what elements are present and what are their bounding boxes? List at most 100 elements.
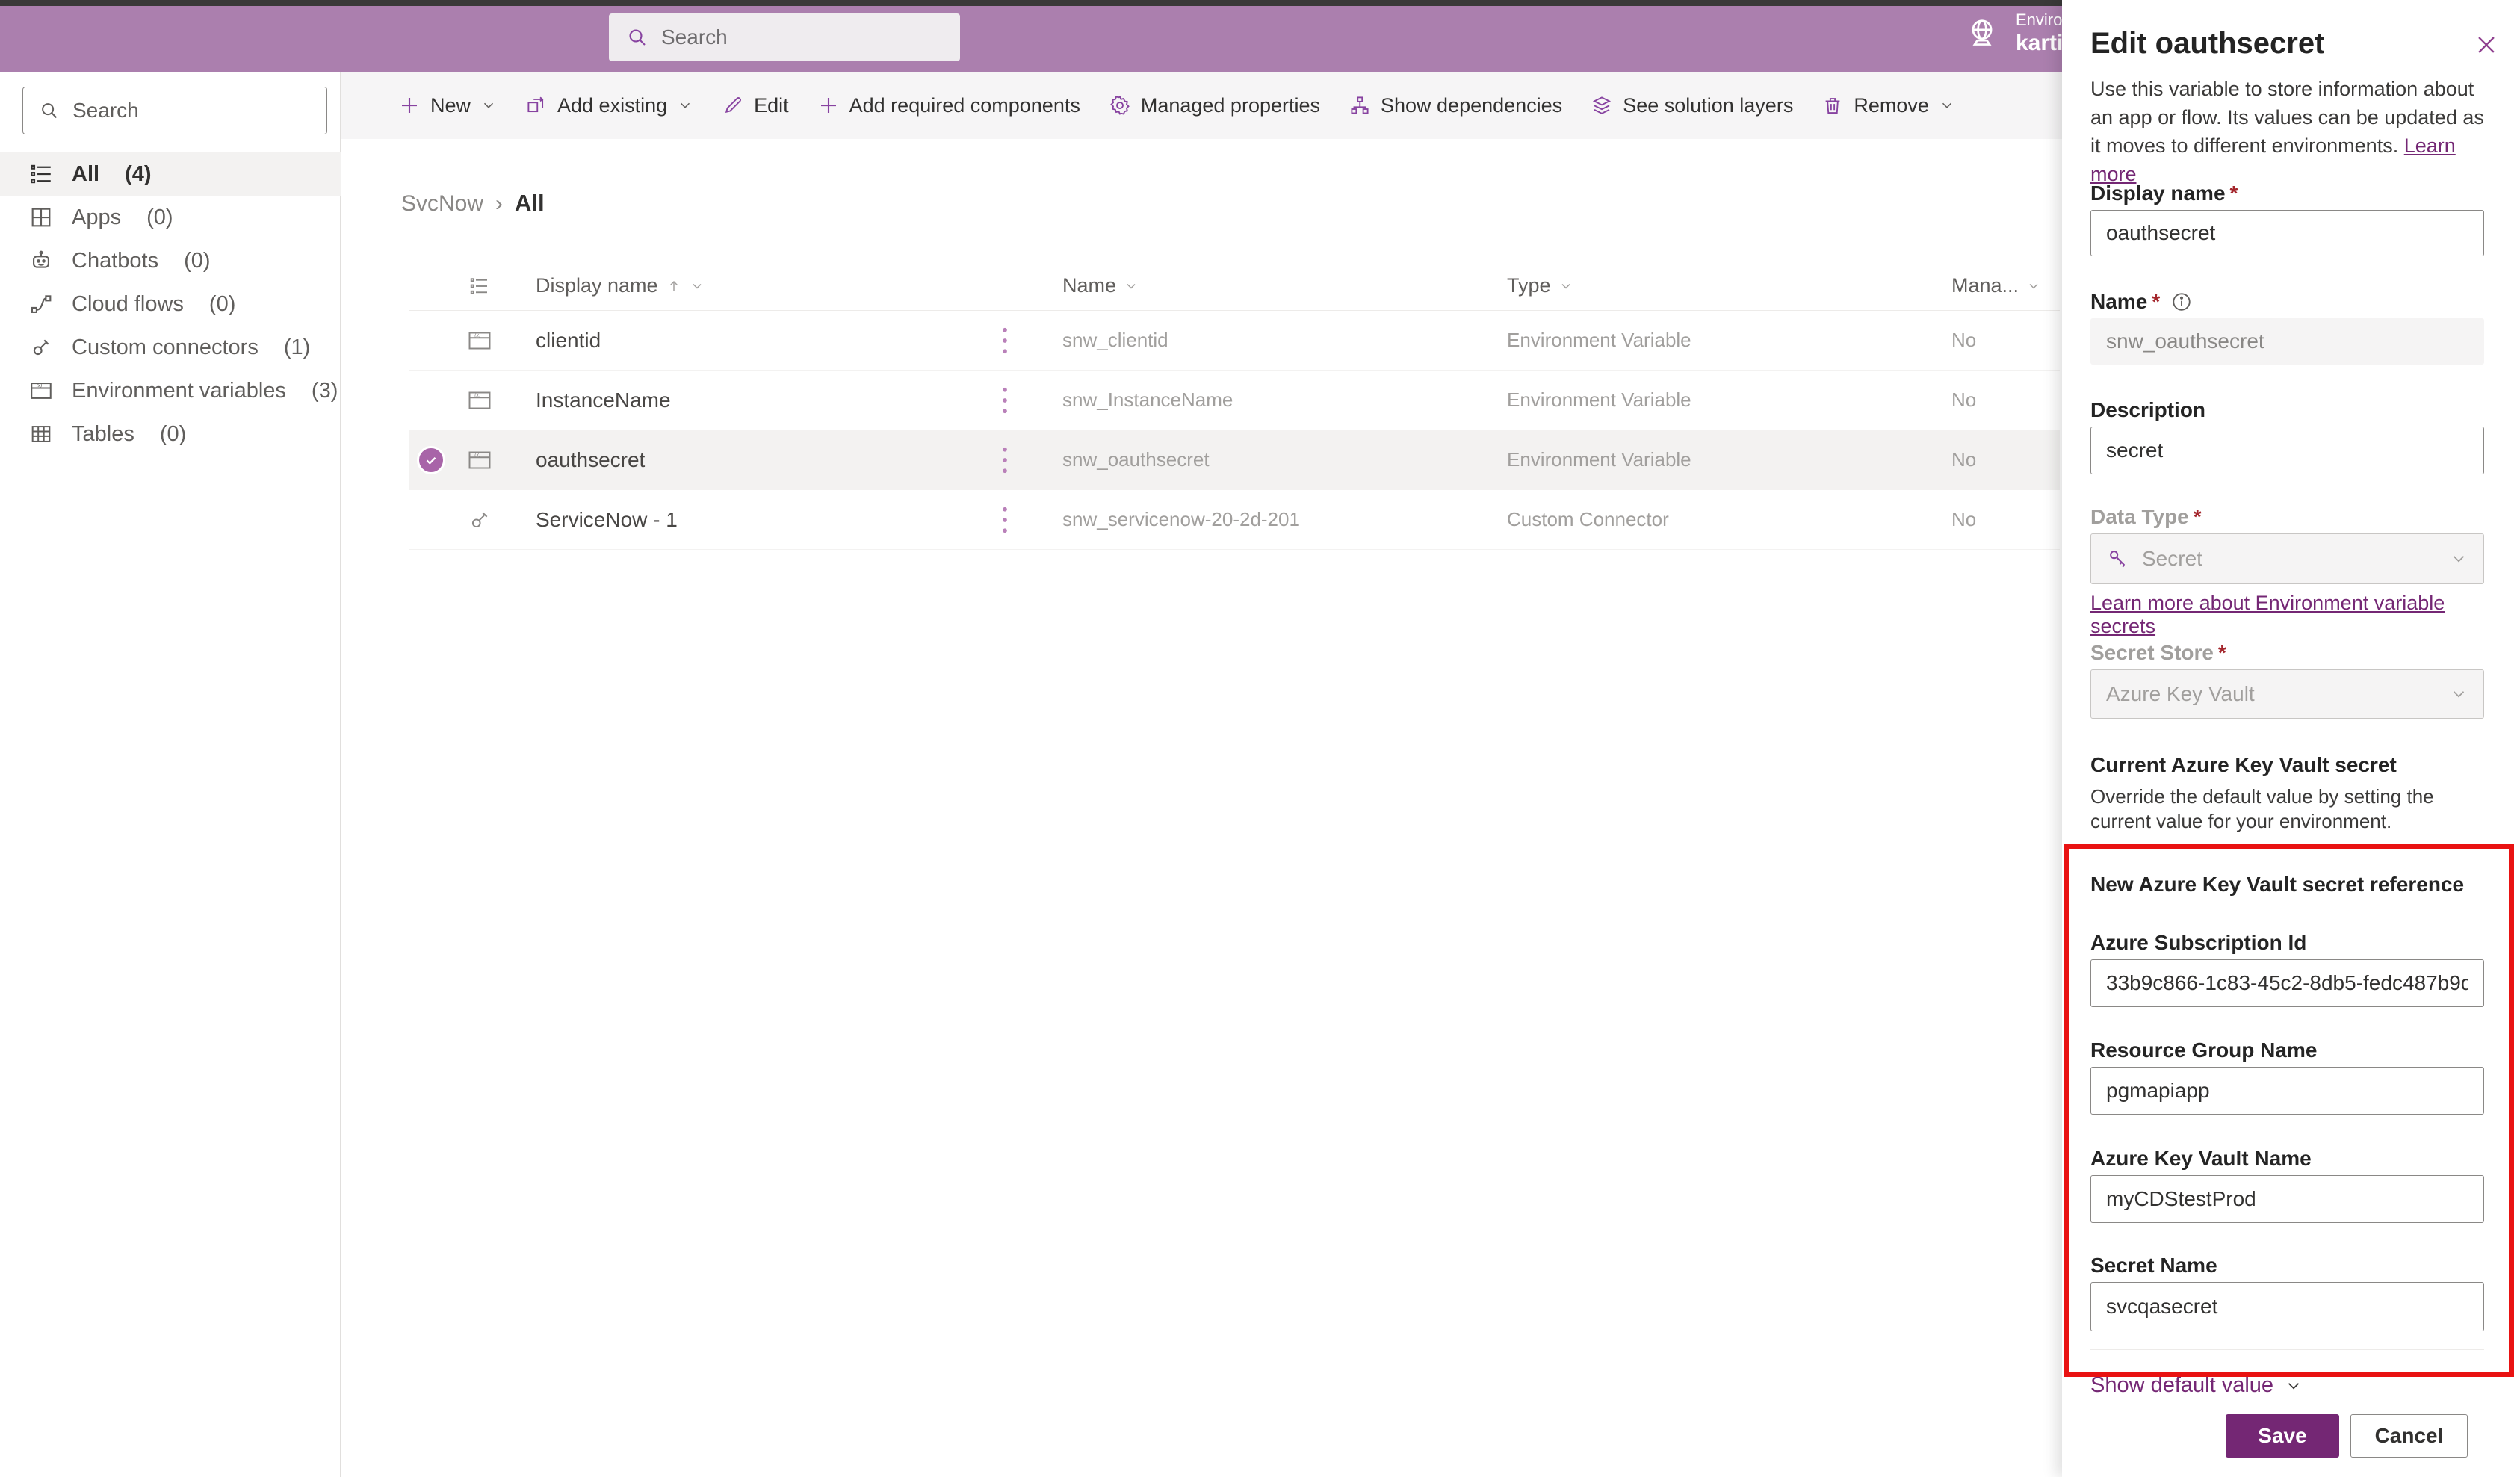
chevron-down-icon <box>2026 279 2041 294</box>
sidebar-search-placeholder: Search <box>72 99 139 123</box>
dependencies-icon <box>1349 94 1371 117</box>
connector-plug-icon <box>28 335 54 360</box>
sidebar-item-cloud-flows[interactable]: Cloud flows(0) <box>0 282 341 326</box>
edit-button[interactable]: Edit <box>722 94 789 117</box>
apps-grid-icon <box>28 205 54 230</box>
row-more-menu[interactable] <box>976 385 1033 415</box>
chevron-down-icon <box>690 279 705 294</box>
name-label: Name* <box>2090 290 2484 314</box>
cancel-button[interactable]: Cancel <box>2350 1414 2468 1458</box>
chevron-down-icon <box>1558 279 1573 294</box>
row-more-menu[interactable] <box>976 505 1033 535</box>
subscription-id-field[interactable] <box>2090 959 2484 1007</box>
add-existing-icon <box>525 94 548 117</box>
column-header-name[interactable]: Name <box>1033 274 1477 297</box>
table-row-selected[interactable]: (x) oauthsecret snw_oauthsecret Environm… <box>409 430 2060 490</box>
display-name-label: Display name* <box>2090 182 2484 205</box>
new-button[interactable]: New <box>398 94 497 117</box>
show-dependencies-button[interactable]: Show dependencies <box>1349 94 1562 117</box>
sidebar-item-all[interactable]: All(4) <box>0 152 341 196</box>
row-more-menu[interactable] <box>976 445 1033 475</box>
chevron-down-icon <box>2449 549 2468 569</box>
table-row[interactable]: (x) clientid snw_clientid Environment Va… <box>409 311 2060 371</box>
environment-variable-icon: (x) <box>453 387 506 414</box>
global-search-input[interactable]: Search <box>609 13 960 61</box>
managed-properties-button[interactable]: Managed properties <box>1109 94 1320 117</box>
plus-icon <box>817 94 840 117</box>
see-solution-layers-button[interactable]: See solution layers <box>1591 94 1793 117</box>
list-icon <box>28 161 54 187</box>
row-more-menu[interactable] <box>976 326 1033 356</box>
env-variable-secrets-link[interactable]: Learn more about Environment variable se… <box>2090 592 2484 638</box>
breadcrumb: SvcNow › All <box>401 190 545 217</box>
resource-group-field[interactable] <box>2090 1067 2484 1115</box>
chevron-down-icon <box>1124 279 1139 294</box>
connector-plug-icon <box>453 507 506 533</box>
secret-name-field[interactable] <box>2090 1282 2484 1331</box>
sort-ascending-icon <box>666 278 682 294</box>
breadcrumb-current: All <box>515 190 545 217</box>
add-required-components-button[interactable]: Add required components <box>817 94 1080 117</box>
column-header-display-name[interactable]: Display name <box>506 274 976 297</box>
chevron-down-icon <box>2284 1376 2303 1396</box>
display-name-field[interactable] <box>2090 210 2484 256</box>
table-row[interactable]: ServiceNow - 1 snw_servicenow-20-2d-201 … <box>409 490 2060 550</box>
svg-text:(x): (x) <box>474 332 480 338</box>
chevron-down-icon <box>677 97 693 114</box>
main-content: New Add existing Edit Add required compo… <box>341 72 2062 1477</box>
remove-button[interactable]: Remove <box>1821 94 1955 117</box>
sidebar-item-apps[interactable]: Apps(0) <box>0 196 341 239</box>
row-selected-check-icon[interactable] <box>417 446 445 474</box>
chatbot-icon <box>28 248 54 273</box>
info-icon[interactable] <box>2170 291 2193 313</box>
table-icon <box>28 421 54 447</box>
svg-text:(x): (x) <box>474 452 480 457</box>
name-field <box>2090 318 2484 365</box>
description-label: Description <box>2090 398 2484 422</box>
gear-icon <box>1109 94 1131 117</box>
data-type-value: Secret <box>2142 547 2437 571</box>
resource-group-label: Resource Group Name <box>2090 1038 2484 1062</box>
edit-panel: Edit oauthsecret Use this variable to st… <box>2062 0 2520 1477</box>
current-secret-text: Override the default value by setting th… <box>2090 784 2484 834</box>
save-button[interactable]: Save <box>2226 1414 2339 1458</box>
add-existing-button[interactable]: Add existing <box>525 94 693 117</box>
plus-icon <box>398 94 421 117</box>
current-secret-heading: Current Azure Key Vault secret <box>2090 753 2484 777</box>
breadcrumb-separator: › <box>495 191 503 217</box>
sidebar-item-chatbots[interactable]: Chatbots(0) <box>0 239 341 282</box>
command-bar: New Add existing Edit Add required compo… <box>341 72 2062 139</box>
description-field[interactable] <box>2090 427 2484 474</box>
search-icon <box>625 25 649 49</box>
components-table: Display name Name Type Mana... (x) clien <box>409 261 2060 550</box>
trash-icon <box>1821 94 1844 117</box>
sidebar-search-input[interactable]: Search <box>22 87 327 134</box>
secret-store-value: Azure Key Vault <box>2106 682 2437 706</box>
panel-intro-text: Use this variable to store information a… <box>2090 75 2484 188</box>
breadcrumb-solution[interactable]: SvcNow <box>401 191 483 217</box>
data-type-dropdown: Secret <box>2090 533 2484 584</box>
list-icon <box>453 275 506 297</box>
pencil-icon <box>722 94 744 117</box>
cloud-flow-icon <box>28 291 54 317</box>
column-header-managed[interactable]: Mana... <box>1922 274 2055 297</box>
sidebar-item-custom-connectors[interactable]: Custom connectors(1) <box>0 326 341 369</box>
key-vault-name-label: Azure Key Vault Name <box>2090 1147 2484 1171</box>
environment-variable-icon: (x) <box>453 447 506 474</box>
environment-globe-icon <box>1963 15 2001 52</box>
secret-name-label: Secret Name <box>2090 1254 2484 1278</box>
show-default-value-toggle[interactable]: Show default value <box>2090 1373 2484 1398</box>
sidebar-item-tables[interactable]: Tables(0) <box>0 412 341 456</box>
key-vault-name-field[interactable] <box>2090 1175 2484 1223</box>
global-search-placeholder: Search <box>661 25 728 49</box>
column-header-type[interactable]: Type <box>1477 274 1922 297</box>
sidebar-item-environment-variables[interactable]: (x) Environment variables(3) <box>0 369 341 412</box>
new-reference-heading: New Azure Key Vault secret reference <box>2090 873 2484 897</box>
environment-variable-icon: (x) <box>453 327 506 354</box>
sidebar-nav: All(4) Apps(0) Chatbots(0) Cloud flows(0… <box>0 152 341 456</box>
secret-store-label: Secret Store* <box>2090 641 2484 665</box>
chevron-down-icon <box>2449 684 2468 704</box>
table-row[interactable]: (x) InstanceName snw_InstanceName Enviro… <box>409 371 2060 430</box>
close-icon[interactable] <box>2470 28 2503 61</box>
table-header-row: Display name Name Type Mana... <box>409 261 2060 311</box>
